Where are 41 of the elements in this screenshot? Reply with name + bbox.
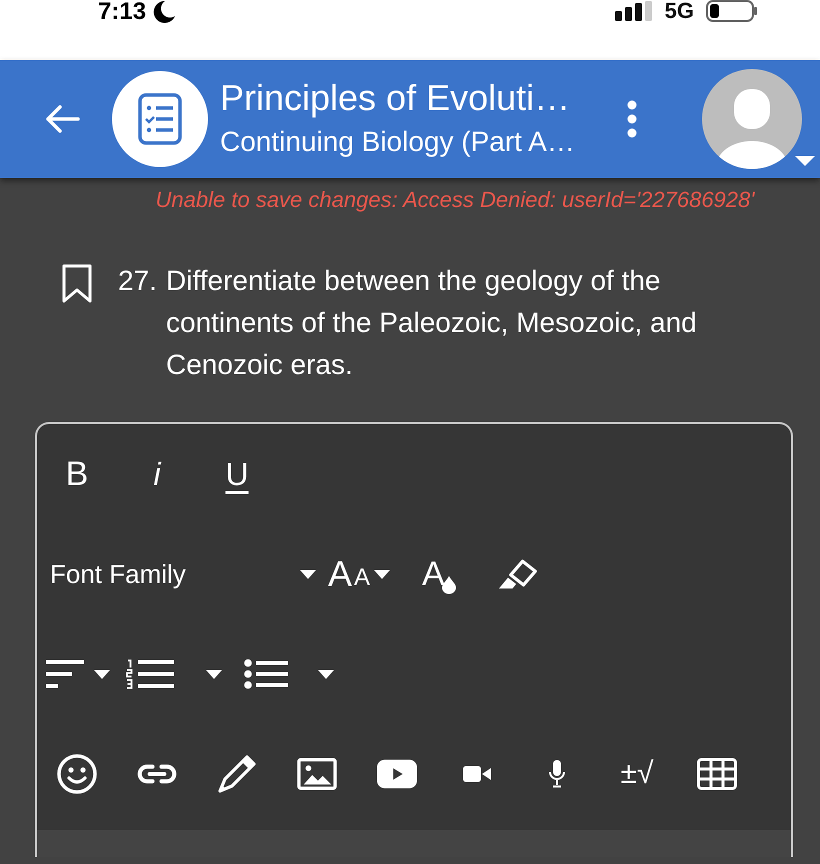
math-button[interactable]: ±√ [609, 756, 665, 792]
avatar-icon [702, 69, 802, 169]
battery-icon [706, 0, 758, 22]
bold-button[interactable]: B [57, 452, 97, 496]
question-text: Differentiate between the geology of the continents of the Paleozoic, Mesozoic, and Cenozoic eras. [166, 264, 698, 382]
microphone-icon [549, 760, 565, 788]
numbered-list-button[interactable] [126, 659, 222, 689]
error-message: Unable to save changes: Access Denied: userId='227686928' [156, 186, 754, 214]
video-camera-icon [463, 764, 491, 784]
table-icon [697, 758, 737, 790]
italic-button[interactable]: i [137, 452, 177, 496]
bulleted-list-icon [244, 659, 288, 689]
play-icon [377, 759, 417, 789]
more-vertical-icon [627, 100, 637, 138]
signal-icon [614, 1, 653, 21]
emoji-button[interactable] [57, 754, 97, 794]
network-label: 5G [664, 0, 694, 22]
numbered-list-icon [126, 659, 174, 689]
image-icon [297, 757, 337, 791]
drop-icon [442, 576, 456, 594]
font-family-dropdown[interactable]: Font Family [50, 557, 316, 591]
pencil-icon [217, 754, 257, 794]
link-icon [137, 762, 177, 786]
smiley-icon [57, 754, 97, 794]
font-size-button[interactable]: AA [328, 554, 398, 594]
highlighter-icon [498, 557, 538, 591]
align-button[interactable] [46, 660, 110, 688]
bulleted-list-button[interactable] [244, 659, 334, 689]
clock-time: 7:13 [98, 0, 146, 24]
caret-icon [795, 156, 815, 166]
question-number: 27. [118, 264, 158, 298]
profile-button[interactable] [702, 69, 816, 169]
draw-button[interactable] [217, 754, 257, 794]
answer-field[interactable] [37, 830, 791, 857]
course-subtitle: Continuing Biology (Part A… [220, 125, 575, 159]
moon-icon [152, 0, 176, 24]
font-color-button[interactable]: A [422, 554, 460, 594]
course-title: Principles of Evoluti… [220, 76, 570, 120]
align-left-icon [46, 660, 86, 688]
underline-button[interactable]: U [217, 452, 257, 496]
back-arrow-icon [44, 104, 80, 134]
